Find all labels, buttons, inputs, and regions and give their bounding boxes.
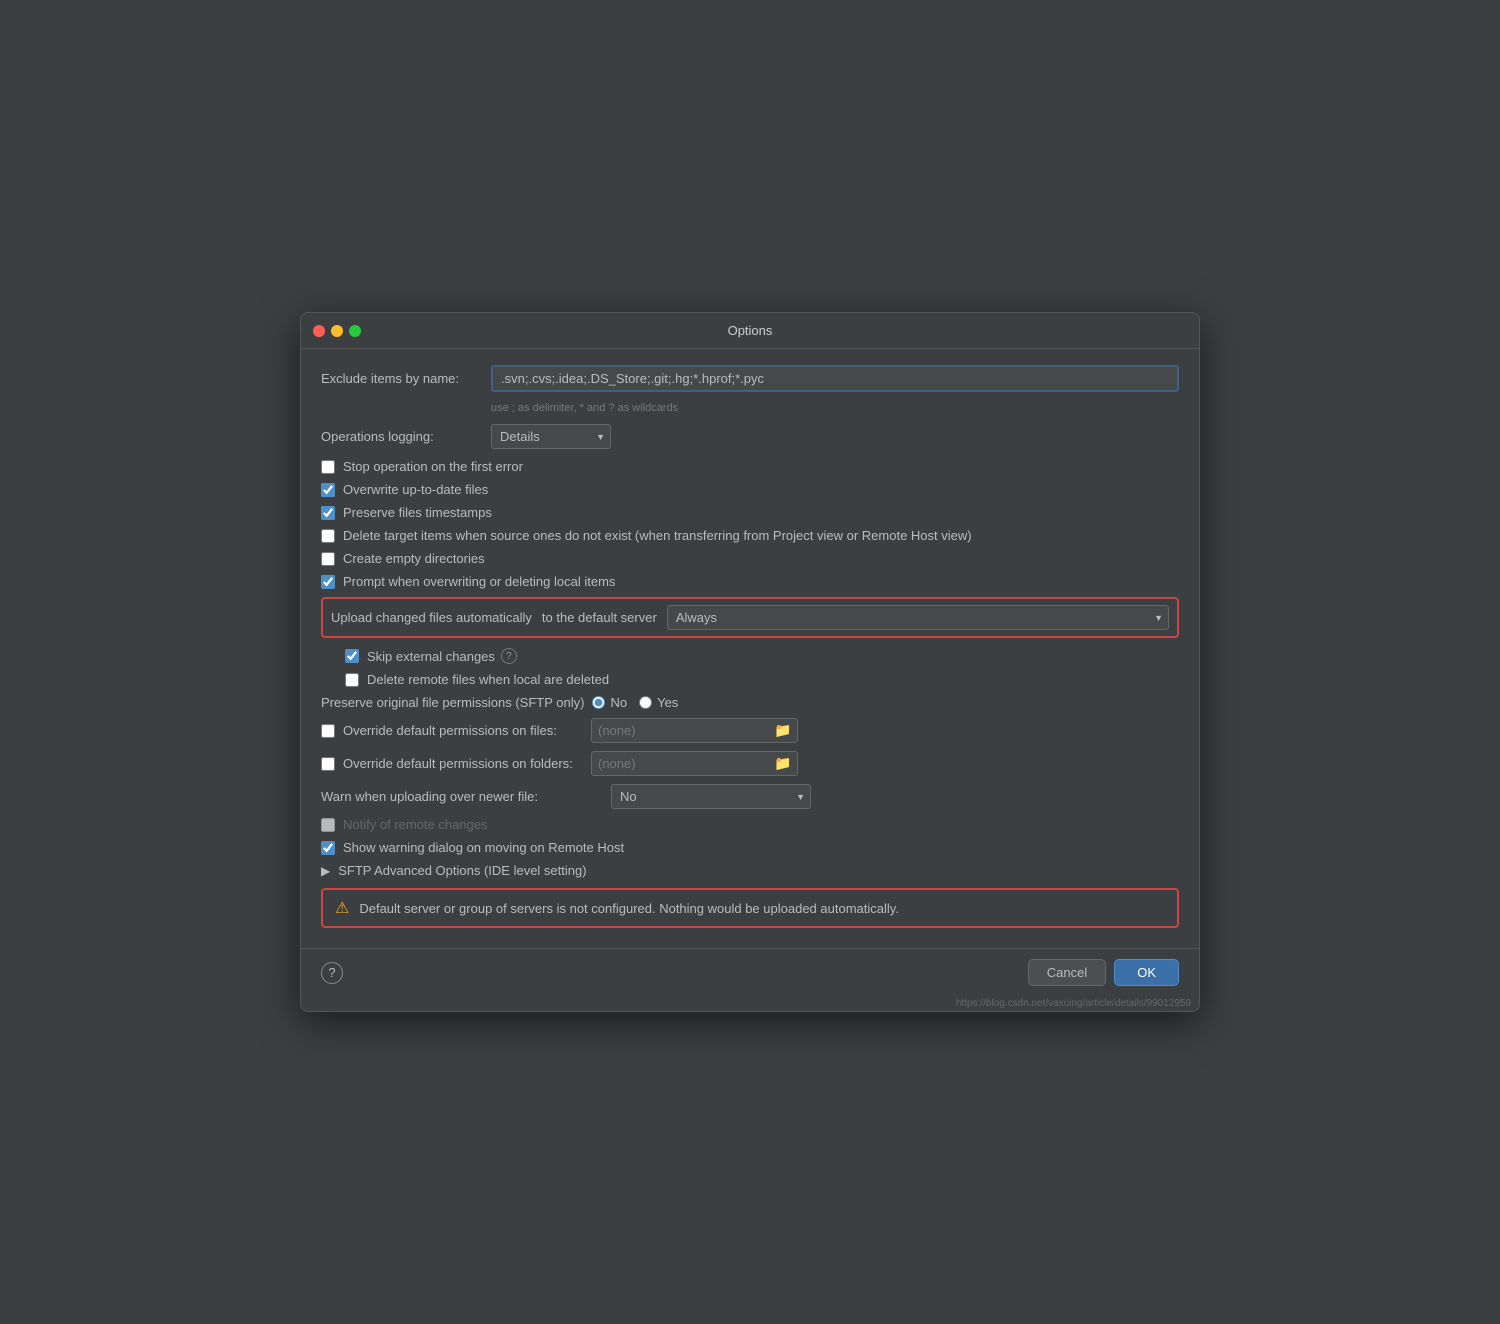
preserve-timestamps-row: Preserve files timestamps: [321, 505, 1179, 520]
sub-checkboxes: Skip external changes ? Delete remote fi…: [321, 648, 1179, 687]
warning-banner: ⚠ Default server or group of servers is …: [321, 888, 1179, 928]
permissions-radio-group: No Yes: [592, 695, 678, 710]
maximize-button[interactable]: [349, 325, 361, 337]
permissions-no-radio[interactable]: [592, 696, 605, 709]
permissions-no-item: No: [592, 695, 627, 710]
upload-to-text: to the default server: [542, 610, 657, 625]
exclude-hint: use ; as delimiter, * and ? as wildcards: [491, 402, 1179, 414]
warn-upload-select[interactable]: No Yes: [611, 784, 811, 809]
stop-operation-label: Stop operation on the first error: [343, 459, 523, 474]
show-warning-checkbox[interactable]: [321, 841, 335, 855]
create-empty-dirs-checkbox[interactable]: [321, 552, 335, 566]
cancel-button[interactable]: Cancel: [1028, 959, 1106, 986]
delete-remote-row: Delete remote files when local are delet…: [345, 672, 1179, 687]
stop-operation-checkbox[interactable]: [321, 460, 335, 474]
override-folders-row: Override default permissions on folders:…: [321, 751, 1179, 776]
exclude-label: Exclude items by name:: [321, 371, 481, 386]
delete-remote-label: Delete remote files when local are delet…: [367, 672, 609, 687]
operations-select-wrapper[interactable]: Details: [491, 424, 611, 449]
stop-operation-row: Stop operation on the first error: [321, 459, 1179, 474]
permissions-yes-item: Yes: [639, 695, 678, 710]
show-warning-row: Show warning dialog on moving on Remote …: [321, 840, 1179, 855]
notify-label: Notify of remote changes: [343, 817, 488, 832]
override-folders-input-wrapper: 📁: [591, 751, 798, 776]
preserve-timestamps-checkbox[interactable]: [321, 506, 335, 520]
warn-upload-row: Warn when uploading over newer file: No …: [321, 784, 1179, 809]
traffic-lights: [313, 325, 361, 337]
upload-row: Upload changed files automatically to th…: [321, 597, 1179, 638]
sftp-label: SFTP Advanced Options (IDE level setting…: [338, 863, 586, 878]
warn-upload-label: Warn when uploading over newer file:: [321, 789, 601, 804]
permissions-label: Preserve original file permissions (SFTP…: [321, 695, 584, 710]
skip-external-checkbox[interactable]: [345, 649, 359, 663]
upload-always-wrapper[interactable]: Always Never On explicit save action: [667, 605, 1169, 630]
overwrite-files-label: Overwrite up-to-date files: [343, 482, 488, 497]
permissions-no-label: No: [610, 695, 627, 710]
bottom-bar: ? Cancel OK: [301, 948, 1199, 996]
preserve-timestamps-label: Preserve files timestamps: [343, 505, 492, 520]
upload-label: Upload changed files automatically: [331, 610, 532, 625]
override-files-label: Override default permissions on files:: [343, 723, 591, 738]
prompt-overwriting-checkbox[interactable]: [321, 575, 335, 589]
operations-select[interactable]: Details: [491, 424, 611, 449]
sftp-triangle-icon: ▶: [321, 864, 330, 878]
operations-label: Operations logging:: [321, 429, 481, 444]
override-folders-input[interactable]: [598, 756, 774, 771]
permissions-yes-label: Yes: [657, 695, 678, 710]
options-dialog: Options Exclude items by name: use ; as …: [300, 312, 1200, 1012]
overwrite-files-checkbox[interactable]: [321, 483, 335, 497]
help-button[interactable]: ?: [321, 962, 343, 984]
permissions-row: Preserve original file permissions (SFTP…: [321, 695, 1179, 710]
minimize-button[interactable]: [331, 325, 343, 337]
override-folders-folder-icon[interactable]: 📁: [774, 755, 791, 772]
override-files-checkbox[interactable]: [321, 724, 335, 738]
operations-row: Operations logging: Details: [321, 424, 1179, 449]
override-folders-label: Override default permissions on folders:: [343, 756, 591, 771]
warning-triangle-icon: ⚠: [335, 898, 349, 918]
close-button[interactable]: [313, 325, 325, 337]
url-bar: https://blog.csdn.net/vaxuing/article/de…: [301, 996, 1199, 1011]
create-empty-dirs-label: Create empty directories: [343, 551, 485, 566]
delete-remote-checkbox[interactable]: [345, 673, 359, 687]
exclude-input[interactable]: [491, 365, 1179, 392]
override-files-row: Override default permissions on files: 📁: [321, 718, 1179, 743]
override-files-folder-icon[interactable]: 📁: [774, 722, 791, 739]
permissions-yes-radio[interactable]: [639, 696, 652, 709]
skip-external-label: Skip external changes: [367, 649, 495, 664]
prompt-overwriting-label: Prompt when overwriting or deleting loca…: [343, 574, 615, 589]
skip-external-help-icon[interactable]: ?: [501, 648, 517, 664]
notify-row: Notify of remote changes: [321, 817, 1179, 832]
prompt-overwriting-row: Prompt when overwriting or deleting loca…: [321, 574, 1179, 589]
skip-external-row: Skip external changes ?: [345, 648, 1179, 664]
ok-button[interactable]: OK: [1114, 959, 1179, 986]
override-files-input-wrapper: 📁: [591, 718, 798, 743]
override-files-input[interactable]: [598, 723, 774, 738]
upload-select[interactable]: Always Never On explicit save action: [667, 605, 1169, 630]
window-title: Options: [728, 323, 773, 338]
delete-target-row: Delete target items when source ones do …: [321, 528, 1179, 543]
action-buttons: Cancel OK: [1028, 959, 1179, 986]
exclude-row: Exclude items by name:: [321, 365, 1179, 392]
overwrite-files-row: Overwrite up-to-date files: [321, 482, 1179, 497]
sftp-row[interactable]: ▶ SFTP Advanced Options (IDE level setti…: [321, 863, 1179, 878]
show-warning-label: Show warning dialog on moving on Remote …: [343, 840, 624, 855]
notify-checkbox: [321, 818, 335, 832]
delete-target-checkbox[interactable]: [321, 529, 335, 543]
delete-target-label: Delete target items when source ones do …: [343, 528, 972, 543]
override-folders-checkbox[interactable]: [321, 757, 335, 771]
warning-text: Default server or group of servers is no…: [359, 901, 899, 916]
title-bar: Options: [301, 313, 1199, 349]
create-empty-dirs-row: Create empty directories: [321, 551, 1179, 566]
warn-upload-select-wrapper[interactable]: No Yes: [611, 784, 811, 809]
content-area: Exclude items by name: use ; as delimite…: [301, 349, 1199, 948]
